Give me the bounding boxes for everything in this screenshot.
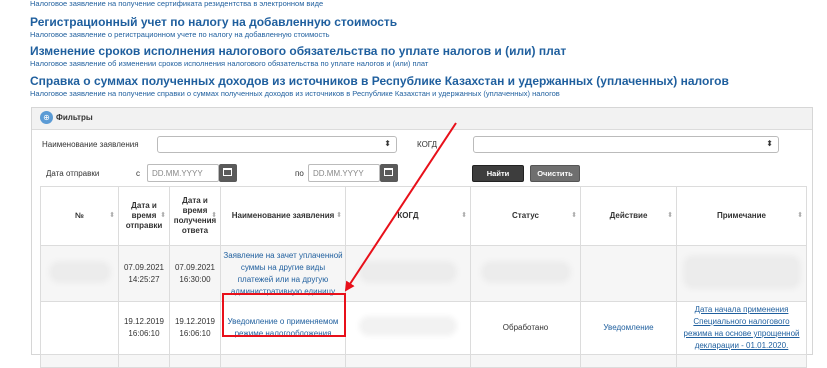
- annotation-arrow: [344, 122, 457, 292]
- table-row: [40, 354, 807, 368]
